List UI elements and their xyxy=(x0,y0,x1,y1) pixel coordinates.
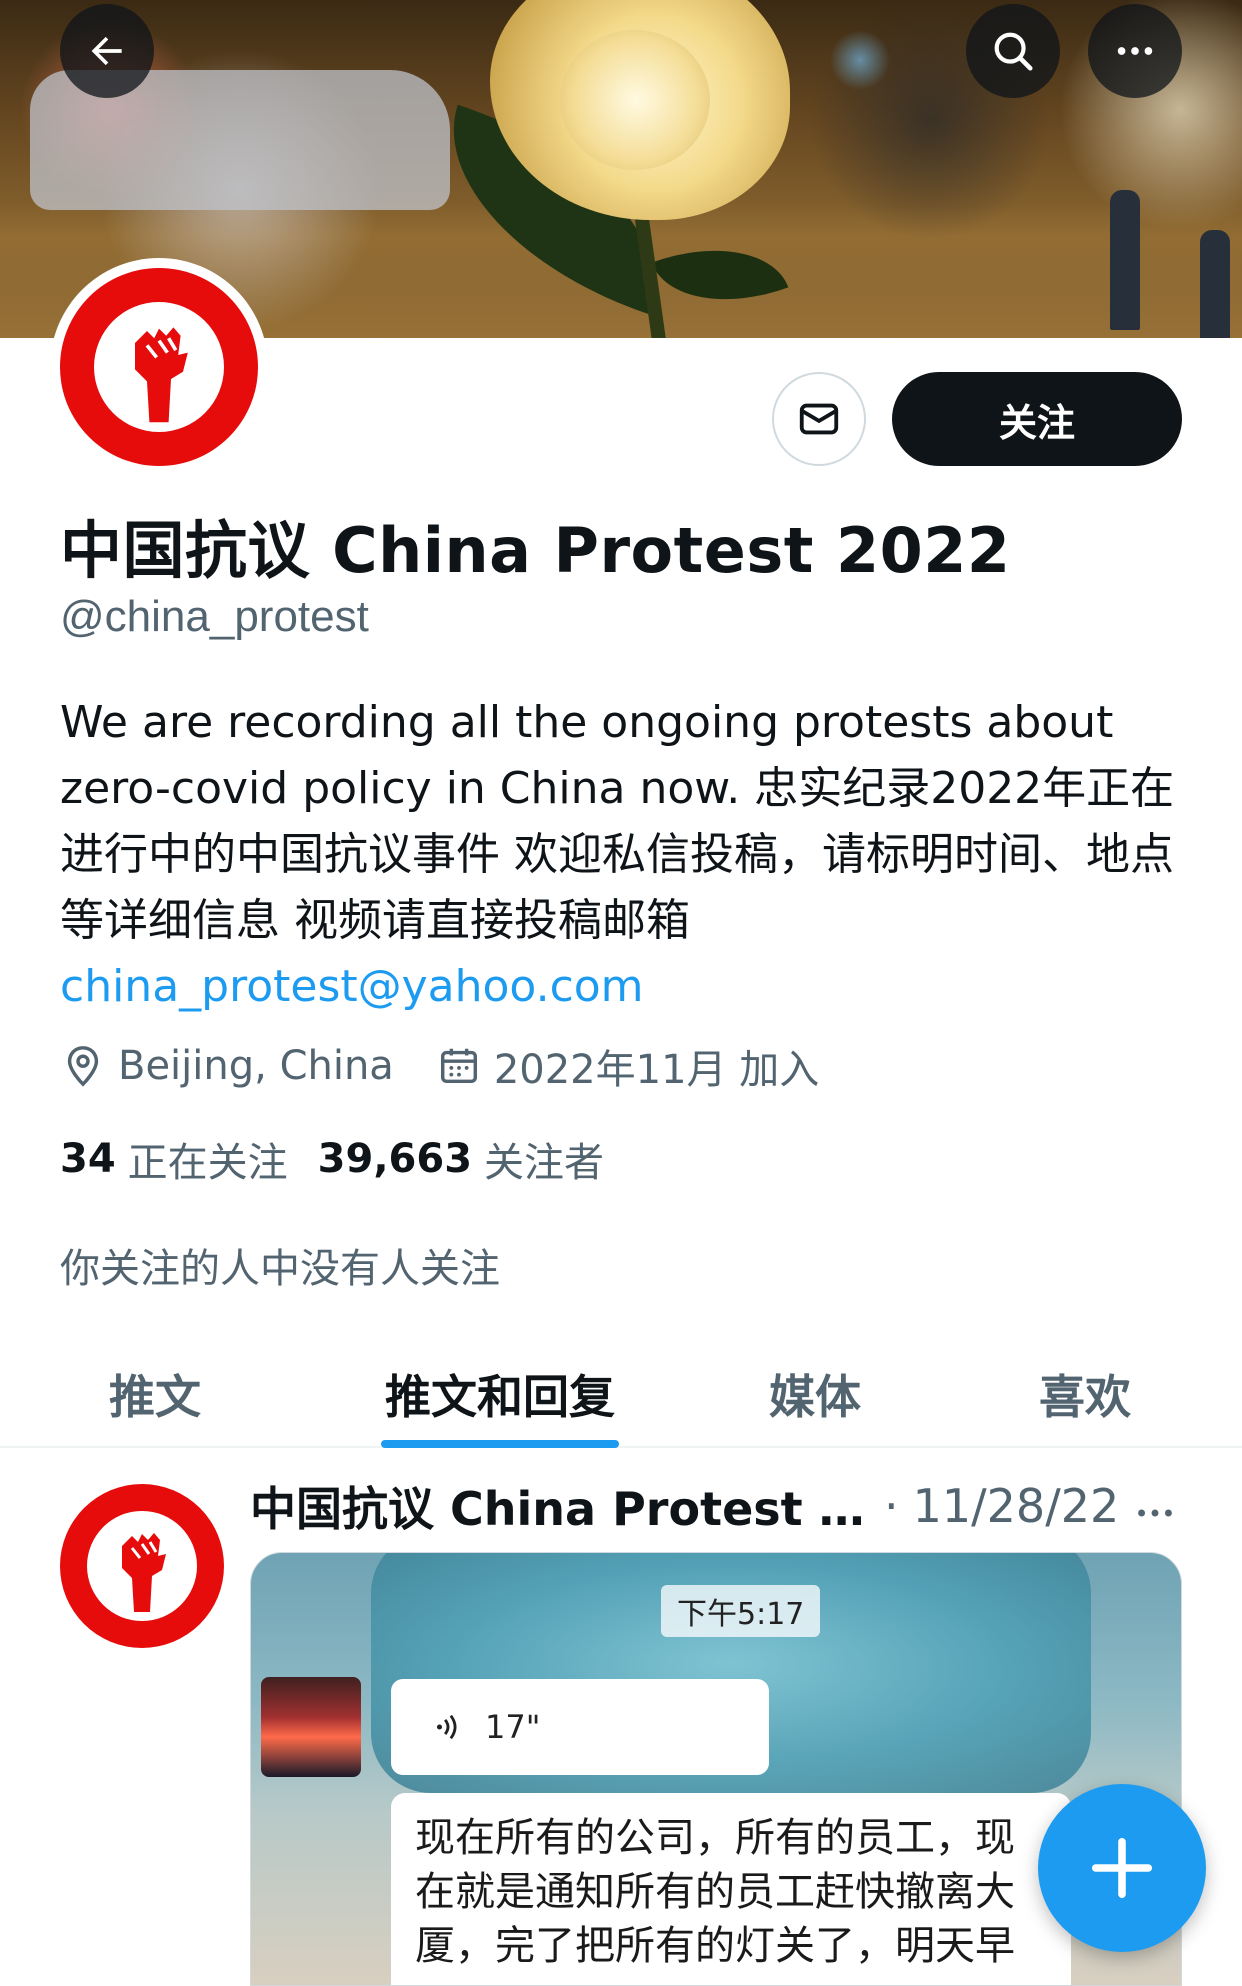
followers-link[interactable]: 39,663 关注者 xyxy=(318,1130,604,1188)
tab-tweets-and-replies[interactable]: 推文和回复 xyxy=(360,1340,640,1448)
back-button[interactable] xyxy=(60,4,154,98)
tab-tweets[interactable]: 推文 xyxy=(60,1340,250,1448)
bio-email-link[interactable]: china_protest@yahoo.com xyxy=(60,954,1200,1020)
tab-label: 喜欢 xyxy=(1039,1370,1131,1424)
chat-avatar xyxy=(261,1677,361,1777)
banner-bollard xyxy=(1200,230,1230,338)
display-name: 中国抗议 China Protest 2022 xyxy=(60,514,1011,587)
more-horizontal-icon xyxy=(1117,47,1153,55)
follow-stats: 34 正在关注 39,663 关注者 xyxy=(60,1130,634,1188)
profile-meta: Beijing, China 2022年11月 加入 xyxy=(60,1036,861,1096)
avatar-red-circle xyxy=(60,268,258,466)
compose-tweet-button[interactable] xyxy=(1038,1784,1206,1952)
location-text: Beijing, China xyxy=(118,1043,394,1089)
bio-text: We are recording all the ongoing protest… xyxy=(60,697,1175,946)
more-horizontal-icon xyxy=(1138,1509,1172,1517)
tab-label: 推文 xyxy=(109,1370,201,1424)
search-button[interactable] xyxy=(966,4,1060,98)
tab-likes[interactable]: 喜欢 xyxy=(990,1340,1180,1448)
following-label: 正在关注 xyxy=(127,1140,288,1186)
tweet-date[interactable]: 11/28/22 xyxy=(913,1479,1120,1533)
follow-button[interactable]: 关注 xyxy=(892,372,1182,466)
following-count: 34 xyxy=(60,1136,116,1182)
tweet-separator: · xyxy=(884,1479,899,1533)
tab-media[interactable]: 媒体 xyxy=(720,1340,910,1448)
more-button[interactable] xyxy=(1088,4,1182,98)
tweet-media-image[interactable]: 下午5:17 17" 现在所有的公司，所有的员工，现在就是通知所有的员工赶快撤离… xyxy=(250,1552,1182,1986)
active-tab-indicator xyxy=(381,1440,619,1448)
calendar-icon xyxy=(440,1048,477,1084)
envelope-icon xyxy=(799,403,839,435)
followed-by-note: 你关注的人中没有人关注 xyxy=(60,1246,500,1292)
banner-bollard xyxy=(1110,190,1140,330)
arrow-left-icon xyxy=(91,36,122,66)
followers-count: 39,663 xyxy=(317,1136,473,1182)
tweet-header: 中国抗议 China Protest 20... · 11/28/22 xyxy=(250,1476,1119,1536)
raised-fist-icon xyxy=(135,327,188,423)
tab-label: 推文和回复 xyxy=(385,1370,615,1424)
profile-avatar[interactable] xyxy=(50,258,268,476)
search-icon xyxy=(994,32,1033,71)
avatar-white-disc xyxy=(87,1511,197,1621)
voice-wave-icon xyxy=(436,1714,457,1740)
location-item: Beijing, China xyxy=(60,1043,394,1089)
voice-message: 17" xyxy=(391,1679,769,1775)
profile-bio: We are recording all the ongoing protest… xyxy=(60,690,1200,1020)
followers-label: 关注者 xyxy=(484,1140,605,1186)
voice-duration: 17" xyxy=(485,1708,541,1746)
chat-message-bubble: 现在所有的公司，所有的员工，现在就是通知所有的员工赶快撤离大厦，完了把所有的灯关… xyxy=(391,1793,1071,1985)
chat-time-chip: 下午5:17 xyxy=(661,1585,821,1637)
joined-text: 2022年11月 加入 xyxy=(493,1047,820,1093)
raised-fist-icon xyxy=(122,1533,166,1612)
tab-label: 媒体 xyxy=(769,1370,861,1424)
following-link[interactable]: 34 正在关注 xyxy=(60,1130,288,1188)
message-button[interactable] xyxy=(772,372,866,466)
plus-icon xyxy=(1091,1837,1153,1899)
avatar-white-disc xyxy=(94,302,224,432)
joined-item: 2022年11月 加入 xyxy=(436,1037,819,1095)
location-pin-icon xyxy=(67,1046,99,1087)
tweet-more-button[interactable] xyxy=(1132,1490,1178,1541)
profile-tabs: 推文 推文和回复 媒体 喜欢 xyxy=(0,1340,1242,1448)
tweet-avatar[interactable] xyxy=(60,1484,224,1648)
banner-rose-center xyxy=(560,30,710,170)
tweet-author-name[interactable]: 中国抗议 China Protest 20... xyxy=(250,1473,870,1539)
profile-handle: @china_protest xyxy=(60,592,369,641)
